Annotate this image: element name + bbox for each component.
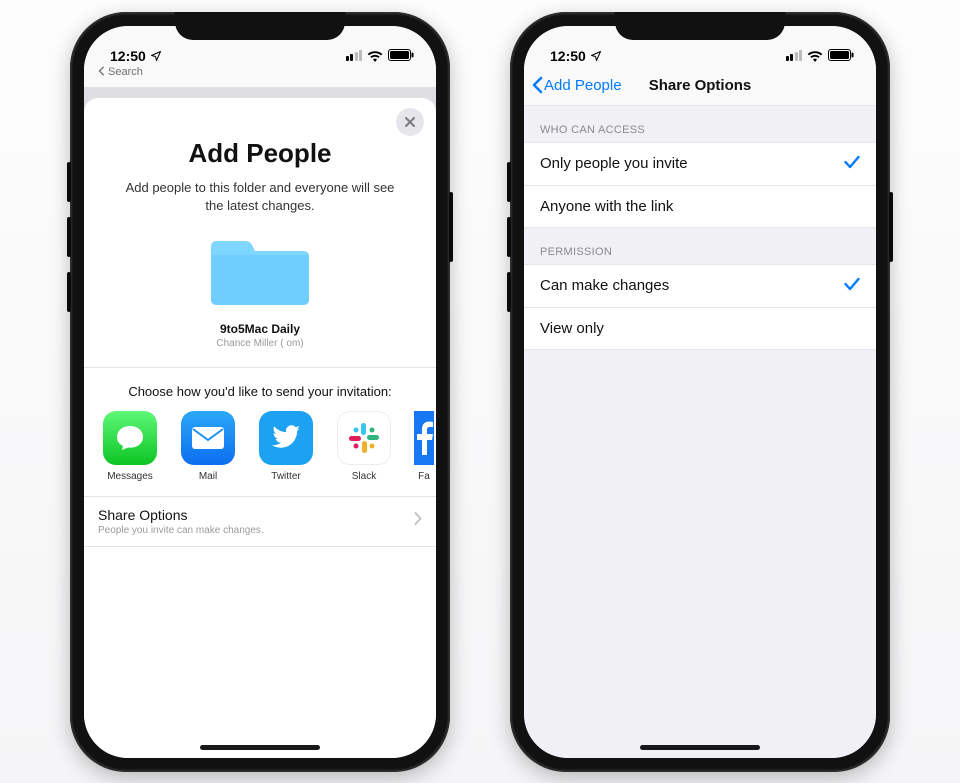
- group-header-permission: PERMISSION: [524, 228, 876, 264]
- sheet-backdrop: Add People Add people to this folder and…: [84, 88, 436, 758]
- wifi-icon: [807, 50, 823, 62]
- breadcrumb-label: Search: [108, 66, 143, 78]
- app-facebook[interactable]: Fa: [414, 411, 434, 482]
- app-label: Fa: [418, 471, 430, 482]
- phone-frame-right: 12:50 Add People Share Options: [510, 12, 890, 772]
- app-slack[interactable]: Slack: [336, 411, 392, 482]
- sheet-subtitle: Add people to this folder and everyone w…: [116, 179, 404, 215]
- folder-owner: Chance Miller ( om): [84, 338, 436, 349]
- cell-only-invited[interactable]: Only people you invite: [524, 142, 876, 186]
- app-label: Mail: [199, 471, 217, 482]
- app-mail[interactable]: Mail: [180, 411, 236, 482]
- notch: [615, 12, 785, 40]
- messages-icon: [103, 411, 157, 465]
- share-options-row[interactable]: Share Options People you invite can make…: [84, 496, 436, 547]
- notch: [175, 12, 345, 40]
- back-button[interactable]: Add People: [532, 76, 622, 94]
- checkmark-icon: [844, 277, 860, 295]
- slack-icon: [337, 411, 391, 465]
- screen-right: 12:50 Add People Share Options: [524, 26, 876, 758]
- phone-frame-left: 12:50 Search: [70, 12, 450, 772]
- folder-icon: [205, 231, 315, 316]
- app-twitter[interactable]: Twitter: [258, 411, 314, 482]
- chevron-right-icon: [414, 512, 422, 530]
- status-time: 12:50: [110, 48, 146, 64]
- cell-label: View only: [540, 320, 604, 337]
- cell-can-make-changes[interactable]: Can make changes: [524, 264, 876, 308]
- group-header-access: WHO CAN ACCESS: [524, 106, 876, 142]
- wifi-icon: [367, 50, 383, 62]
- battery-icon: [828, 48, 854, 64]
- share-sheet: Add People Add people to this folder and…: [84, 98, 436, 758]
- cell-label: Can make changes: [540, 277, 669, 294]
- app-messages[interactable]: Messages: [102, 411, 158, 482]
- cellular-icon: [786, 50, 803, 61]
- folder-name: 9to5Mac Daily: [84, 322, 436, 336]
- divider: [84, 367, 436, 368]
- apps-row: Messages Mail Twitter: [84, 411, 436, 496]
- mail-icon: [181, 411, 235, 465]
- settings-body: WHO CAN ACCESS Only people you invite An…: [524, 106, 876, 758]
- facebook-icon: [414, 411, 434, 465]
- app-label: Twitter: [271, 471, 300, 482]
- close-button[interactable]: [396, 108, 424, 136]
- breadcrumb-back[interactable]: Search: [84, 66, 436, 88]
- cell-label: Only people you invite: [540, 155, 688, 172]
- cell-anyone-link[interactable]: Anyone with the link: [524, 186, 876, 228]
- share-options-sub: People you invite can make changes.: [98, 525, 264, 536]
- app-label: Slack: [352, 471, 376, 482]
- screen-left: 12:50 Search: [84, 26, 436, 758]
- battery-icon: [388, 48, 414, 64]
- status-time: 12:50: [550, 48, 586, 64]
- app-label: Messages: [107, 471, 153, 482]
- location-icon: [590, 50, 602, 62]
- choose-invitation-text: Choose how you'd like to send your invit…: [94, 384, 426, 399]
- cell-label: Anyone with the link: [540, 198, 673, 215]
- close-icon: [404, 116, 416, 128]
- home-indicator[interactable]: [640, 745, 760, 750]
- checkmark-icon: [844, 155, 860, 173]
- location-icon: [150, 50, 162, 62]
- back-label: Add People: [544, 77, 622, 94]
- cellular-icon: [346, 50, 363, 61]
- home-indicator[interactable]: [200, 745, 320, 750]
- share-options-title: Share Options: [98, 507, 264, 523]
- sheet-title: Add People: [84, 138, 436, 169]
- nav-bar: Add People Share Options: [524, 66, 876, 106]
- cell-view-only[interactable]: View only: [524, 308, 876, 350]
- twitter-icon: [259, 411, 313, 465]
